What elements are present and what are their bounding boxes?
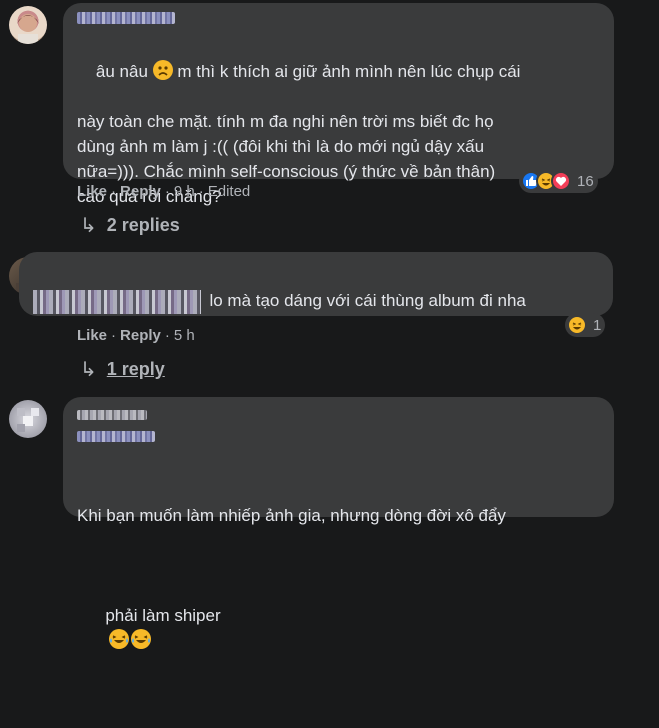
comment-text: lo mà tạo dáng với cái thùng album đi nh… — [33, 288, 526, 314]
author-name-obscured — [77, 410, 147, 420]
like-button[interactable]: Like — [77, 327, 107, 344]
separator-dot: · — [164, 327, 170, 344]
mention-name-obscured — [77, 431, 155, 442]
avatar-portrait-icon — [17, 14, 39, 44]
separator-dot: · — [198, 183, 204, 200]
comment-text-line: phải làm shiper — [77, 578, 607, 678]
view-replies-link[interactable]: ↳ 1 reply — [80, 357, 165, 382]
reply-button[interactable]: Reply — [120, 183, 161, 200]
comment-meta: Like · Reply · 5 h — [77, 327, 195, 344]
frowning-face-icon — [152, 60, 173, 80]
mention-name-obscured[interactable] — [33, 289, 201, 314]
comment-meta: Like · Reply · 9 h · Edited — [77, 183, 250, 200]
view-replies-link[interactable]: ↳ 2 replies — [80, 213, 180, 238]
comment-bubble: âu nâu m thì k thích ai giữ ảnh mình nên… — [63, 3, 614, 206]
comment-bubble: lo mà tạo dáng với cái thùng album đi nh… — [19, 252, 613, 316]
reply-arrow-icon: ↳ — [80, 359, 97, 381]
avatar[interactable] — [9, 6, 47, 44]
comment-author[interactable] — [77, 11, 175, 29]
comment-text: Khi bạn muốn làm nhiếp ảnh gia, nhưng dò… — [77, 453, 607, 728]
reaction-summary[interactable]: 1 — [565, 313, 606, 337]
comment-bubble: Khi bạn muốn làm nhiếp ảnh gia, nhưng dò… — [63, 397, 614, 649]
timestamp[interactable]: 5 h — [174, 327, 195, 344]
replies-count-label: 2 replies — [106, 215, 180, 235]
replies-count-label: 1 reply — [106, 359, 165, 379]
mention-tag[interactable] — [77, 429, 155, 447]
avatar[interactable] — [9, 400, 47, 438]
reaction-count: 1 — [593, 316, 602, 334]
separator-dot: · — [111, 183, 117, 200]
comment-text-line: Khi bạn muốn làm nhiếp ảnh gia, nhưng dò… — [77, 506, 506, 525]
like-button[interactable]: Like — [77, 183, 107, 200]
tears-of-joy-icon — [109, 629, 130, 649]
tears-of-joy-icon — [131, 629, 152, 649]
love-icon — [551, 171, 571, 191]
author-name-obscured — [77, 12, 175, 24]
avatar-portrait-icon — [17, 408, 39, 432]
timestamp[interactable]: 9 h — [174, 183, 195, 200]
laugh-icon — [567, 315, 587, 335]
reply-arrow-icon: ↳ — [80, 215, 97, 237]
reply-button[interactable]: Reply — [120, 327, 161, 344]
reaction-summary[interactable]: 16 — [519, 169, 598, 193]
reaction-count: 16 — [577, 172, 594, 190]
edited-label: Edited — [207, 183, 251, 200]
comment-author[interactable] — [77, 407, 147, 425]
separator-dot: · — [111, 327, 117, 344]
separator-dot: · — [164, 183, 170, 200]
